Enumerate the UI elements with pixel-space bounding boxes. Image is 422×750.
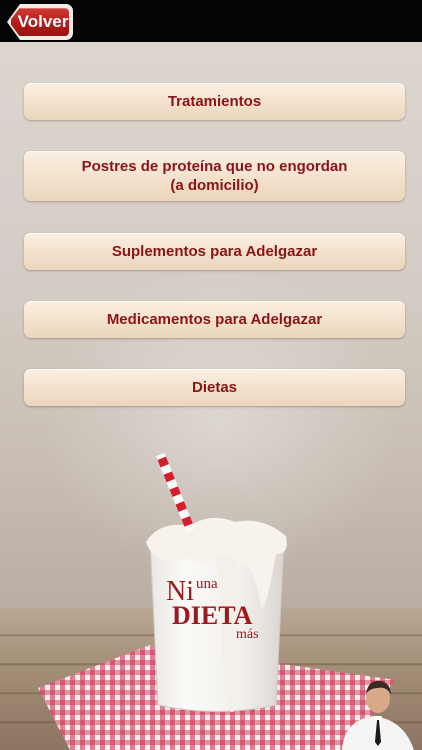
menu-item-medicamentos[interactable]: Medicamentos para Adelgazar bbox=[24, 301, 405, 338]
menu-item-label: Tratamientos bbox=[167, 93, 262, 110]
menu-item-postres-proteina[interactable]: Postres de proteína que no engordan (a d… bbox=[24, 151, 405, 201]
menu-item-label: Medicamentos para Adelgazar bbox=[106, 311, 323, 328]
menu-item-tratamientos[interactable]: Tratamientos bbox=[24, 83, 405, 120]
svg-text:una: una bbox=[196, 576, 218, 592]
menu-item-label: Postres de proteína que no engordan (a d… bbox=[81, 158, 348, 194]
menu-item-suplementos[interactable]: Suplementos para Adelgazar bbox=[24, 233, 405, 270]
menu-item-dietas[interactable]: Dietas bbox=[24, 369, 405, 406]
screen: Ni una DIETA más Volver Tratamientos Pos… bbox=[0, 0, 422, 750]
menu-item-label: Dietas bbox=[191, 379, 238, 396]
navigation-bar: Volver bbox=[0, 0, 422, 42]
menu-item-label: Suplementos para Adelgazar bbox=[111, 243, 318, 260]
svg-text:más: más bbox=[236, 627, 259, 642]
straw-icon bbox=[156, 452, 196, 533]
svg-text:DIETA: DIETA bbox=[172, 601, 253, 630]
back-button-label: Volver bbox=[17, 12, 69, 31]
doctor-photo bbox=[342, 680, 414, 750]
back-button[interactable]: Volver bbox=[9, 6, 71, 38]
